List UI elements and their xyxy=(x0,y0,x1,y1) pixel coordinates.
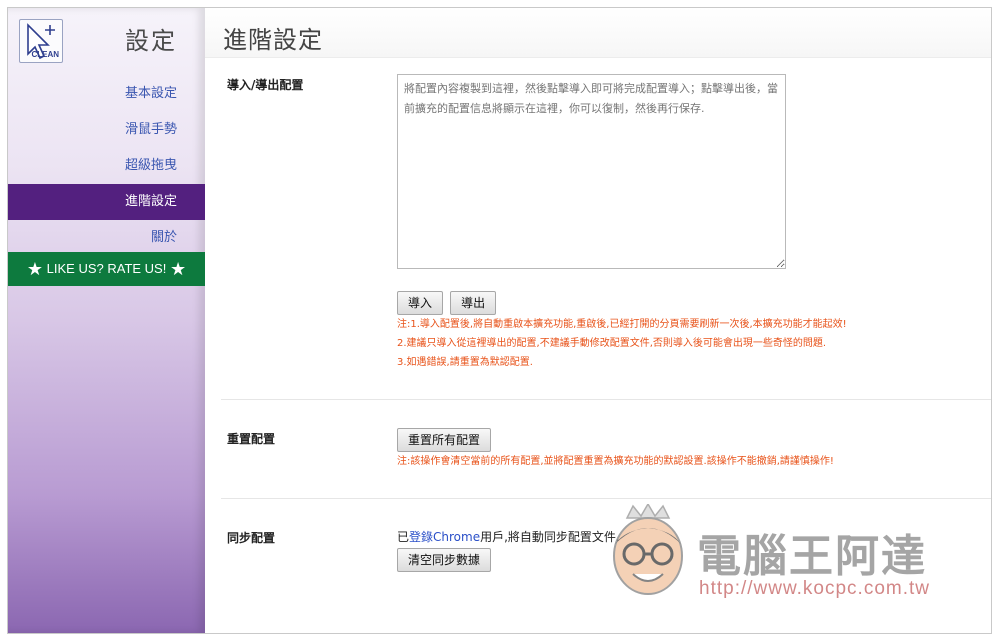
page-header: 進階設定 xyxy=(205,8,991,58)
sidebar-item-advanced[interactable]: 進階設定 xyxy=(8,184,205,220)
import-note-3: 3.如遇錯誤,請重置為默認配置. xyxy=(397,357,533,368)
reset-note: 注:該操作會清空當前的所有配置,並將配置重置為擴充功能的默認設置.該操作不能撤銷… xyxy=(397,456,834,467)
rate-us-label: LIKE US? RATE US! xyxy=(46,261,167,276)
mascot-face-icon xyxy=(613,504,683,595)
import-export-label: 導入/導出配置 xyxy=(227,78,304,92)
sync-status-text: 已登錄Chrome用戶,將自動同步配置文件. xyxy=(397,528,620,545)
sync-text-after: 用戶,將自動同步配置文件. xyxy=(480,530,620,544)
sidebar-item-about[interactable]: 關於 xyxy=(8,220,205,256)
page-title: 進階設定 xyxy=(223,26,323,54)
clear-sync-button[interactable]: 清空同步數據 xyxy=(397,548,492,572)
star-icon: ★ xyxy=(169,259,187,279)
import-note-2: 2.建議只導入從這裡導出的配置,不建議手動修改配置文件,否則導入後可能會出現一些… xyxy=(397,338,827,349)
sidebar-title: 設定 xyxy=(125,27,177,55)
sidebar-nav: 基本設定 滑鼠手勢 超級拖曳 進階設定 關於 xyxy=(8,76,205,256)
watermark: 電腦王阿達 http://www.kocpc.com.tw xyxy=(605,500,975,610)
sync-buttons: 清空同步數據 xyxy=(397,548,620,572)
export-button[interactable]: 導出 xyxy=(450,291,497,315)
logo-text: CLEAN xyxy=(31,50,59,59)
reset-all-button[interactable]: 重置所有配置 xyxy=(397,428,492,452)
reset-content: 重置所有配置 注:該操作會清空當前的所有配置,並將配置重置為擴充功能的默認設置.… xyxy=(397,428,834,471)
import-note-1: 注:1.導入配置後,將自動重啟本擴充功能,重啟後,已經打開的分頁需要刷新一次後,… xyxy=(397,319,847,330)
star-icon: ★ xyxy=(26,259,44,279)
sync-text-before: 已 xyxy=(397,530,410,544)
sync-label: 同步配置 xyxy=(227,531,276,545)
import-export-content: 導入 導出 注:1.導入配置後,將自動重啟本擴充功能,重啟後,已經打開的分頁需要… xyxy=(397,74,847,372)
app-logo: CLEAN xyxy=(19,19,63,63)
watermark-url: http://www.kocpc.com.tw xyxy=(699,578,931,599)
reset-label: 重置配置 xyxy=(227,432,276,446)
import-button[interactable]: 導入 xyxy=(397,291,444,315)
import-export-section: 導入/導出配置 導入 導出 注:1.導入配置後,將自動重啟本擴充功能,重啟後,已… xyxy=(221,58,991,400)
sync-content: 已登錄Chrome用戶,將自動同步配置文件. 清空同步數據 xyxy=(397,528,620,572)
rate-us-button[interactable]: ★ LIKE US? RATE US! ★ xyxy=(8,252,205,286)
sidebar-item-basic[interactable]: 基本設定 xyxy=(8,76,205,112)
config-textarea[interactable] xyxy=(397,74,786,269)
reset-section: 重置配置 重置所有配置 注:該操作會清空當前的所有配置,並將配置重置為擴充功能的… xyxy=(221,400,991,499)
sidebar-item-mouse-gestures[interactable]: 滑鼠手勢 xyxy=(8,112,205,148)
watermark-title: 電腦王阿達 xyxy=(697,531,927,582)
chrome-login-link[interactable]: 登錄Chrome xyxy=(409,530,480,544)
sidebar-item-super-drag[interactable]: 超級拖曳 xyxy=(8,148,205,184)
import-export-buttons: 導入 導出 xyxy=(397,291,847,315)
sidebar: CLEAN 設定 基本設定 滑鼠手勢 超級拖曳 進階設定 關於 ★ LIKE U… xyxy=(8,8,205,633)
